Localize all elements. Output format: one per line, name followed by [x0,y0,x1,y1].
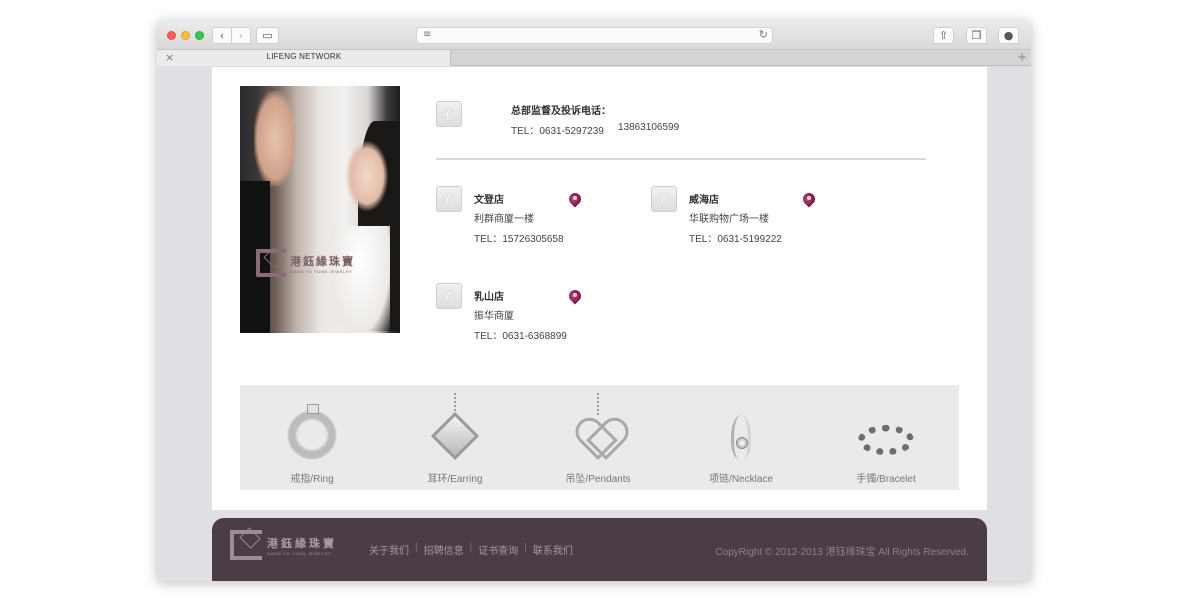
store-address: 华联购物广场一楼 [689,214,769,225]
download-icon: ● [1003,29,1014,42]
footer-link-about[interactable]: 关于我们 [369,542,409,557]
tabs-icon: ❐ [971,29,982,42]
tab-title: LIFENG NETWORK [266,52,342,61]
close-window-button[interactable] [167,31,176,40]
chevron-right-icon: › [238,29,244,42]
product-label: 吊坠/Pendants [565,474,631,485]
show-tabs-button[interactable]: ❐ [966,27,987,44]
necklace-icon [731,415,751,459]
footer-logo-en: GANG YU YUAN JEWELRY [267,550,332,556]
store-tel: TEL：0631-5199222 [689,234,782,245]
product-earring[interactable]: 耳环/Earring [405,385,505,490]
photo-logo-en: GANG YU YUAN JEWELRY [290,268,353,274]
product-label: 戒指/Ring [290,474,334,485]
link-separator: | [524,542,527,553]
maximize-window-button[interactable] [195,31,204,40]
store-name: 威海店 [689,195,719,206]
phone-icon: ✆ [651,186,677,212]
reader-icon[interactable]: ≡ [423,29,431,40]
product-categories: 戒指/Ring 耳环/Earring 吊坠/Pendants 项链/Neckla… [240,385,959,490]
product-label: 耳环/Earring [427,474,483,485]
product-pendants[interactable]: 吊坠/Pendants [548,385,648,490]
share-icon: ⇧ [938,29,949,42]
copyright-text: CopyRight © 2012-2013 港钰缘珠宝 All Rights R… [715,547,969,558]
address-bar[interactable]: ≡ ↻ [416,27,773,44]
bracelet-icon [858,425,914,455]
phone-icon: ✆ [436,101,462,127]
browser-window: ‹ › ▭ ≡ ↻ ⇧ ❐ ● × LIFENG NETWORK + 港鈺緣珠寶… [157,20,1031,581]
footer-nav: 关于我们 | 招聘信息 | 证书查询 | 联系我们 [369,542,573,557]
link-separator: | [469,542,473,553]
store-tel: TEL：0631-6368899 [474,331,567,342]
contact-page: 港鈺緣珠寶 GANG YU YUAN JEWELRY ✆ 总部监督及投诉电话： … [212,67,987,510]
product-bracelet[interactable]: 手镯/Bracelet [836,385,936,490]
link-separator: | [415,542,418,553]
hq-mobile: 13863106599 [618,122,680,133]
sidebar-icon: ▭ [262,29,273,42]
diamond-logo-icon [256,249,286,277]
earring-icon [430,411,480,461]
back-button[interactable]: ‹ [212,27,232,44]
map-pin-icon[interactable] [800,190,818,209]
sidebar-toggle-button[interactable]: ▭ [256,27,279,44]
footer-link-certificate[interactable]: 证书查询 [478,542,518,557]
new-tab-icon[interactable]: + [1017,50,1027,65]
store-address: 振华商厦 [474,311,514,322]
photo-logo-cn: 港鈺緣珠寶 [290,254,355,268]
chevron-left-icon: ‹ [219,29,225,42]
product-necklace[interactable]: 项链/Necklace [691,385,791,490]
diamond-logo-icon [230,530,262,560]
footer-link-jobs[interactable]: 招聘信息 [424,542,464,557]
pendant-icon [578,420,618,456]
product-label: 手镯/Bracelet [856,474,916,485]
wedding-photo: 港鈺緣珠寶 GANG YU YUAN JEWELRY [240,86,400,333]
forward-button[interactable]: › [231,27,251,44]
share-button[interactable]: ⇧ [933,27,954,44]
tab-bar: × LIFENG NETWORK + [157,50,1031,66]
hq-title: 总部监督及投诉电话： [511,106,611,117]
footer-link-contact[interactable]: 联系我们 [533,542,573,557]
store-name: 文登店 [474,195,504,206]
photo-bride [346,141,388,211]
photo-brand-logo: 港鈺緣珠寶 GANG YU YUAN JEWELRY [256,249,355,277]
downloads-button[interactable]: ● [998,27,1019,44]
map-pin-icon[interactable] [566,190,584,209]
page-viewport: 港鈺緣珠寶 GANG YU YUAN JEWELRY ✆ 总部监督及投诉电话： … [157,67,1031,581]
phone-icon: ✆ [436,283,462,309]
store-tel: TEL：15726305658 [474,234,564,245]
store-name: 乳山店 [474,292,504,303]
minimize-window-button[interactable] [181,31,190,40]
photo-groom [254,91,296,186]
footer-logo[interactable]: 港鈺緣珠寶 GANG YU YUAN JEWELRY [230,530,337,560]
hq-tel: TEL：0631-5297239 [511,126,604,137]
product-label: 项链/Necklace [709,474,773,485]
photo-bride-dress [330,226,390,333]
map-pin-icon[interactable] [566,287,584,306]
ring-icon [289,404,335,458]
store-address: 利群商厦一楼 [474,214,534,225]
reload-icon[interactable]: ↻ [759,28,768,41]
tab-lifeng-network[interactable]: × LIFENG NETWORK [157,50,451,66]
phone-icon: ✆ [436,186,462,212]
divider [436,158,926,160]
site-footer: 港鈺緣珠寶 GANG YU YUAN JEWELRY 关于我们 | 招聘信息 |… [212,518,987,581]
footer-logo-cn: 港鈺緣珠寶 [267,536,337,550]
title-bar: ‹ › ▭ ≡ ↻ ⇧ ❐ ● [157,20,1031,50]
product-ring[interactable]: 戒指/Ring [262,385,362,490]
